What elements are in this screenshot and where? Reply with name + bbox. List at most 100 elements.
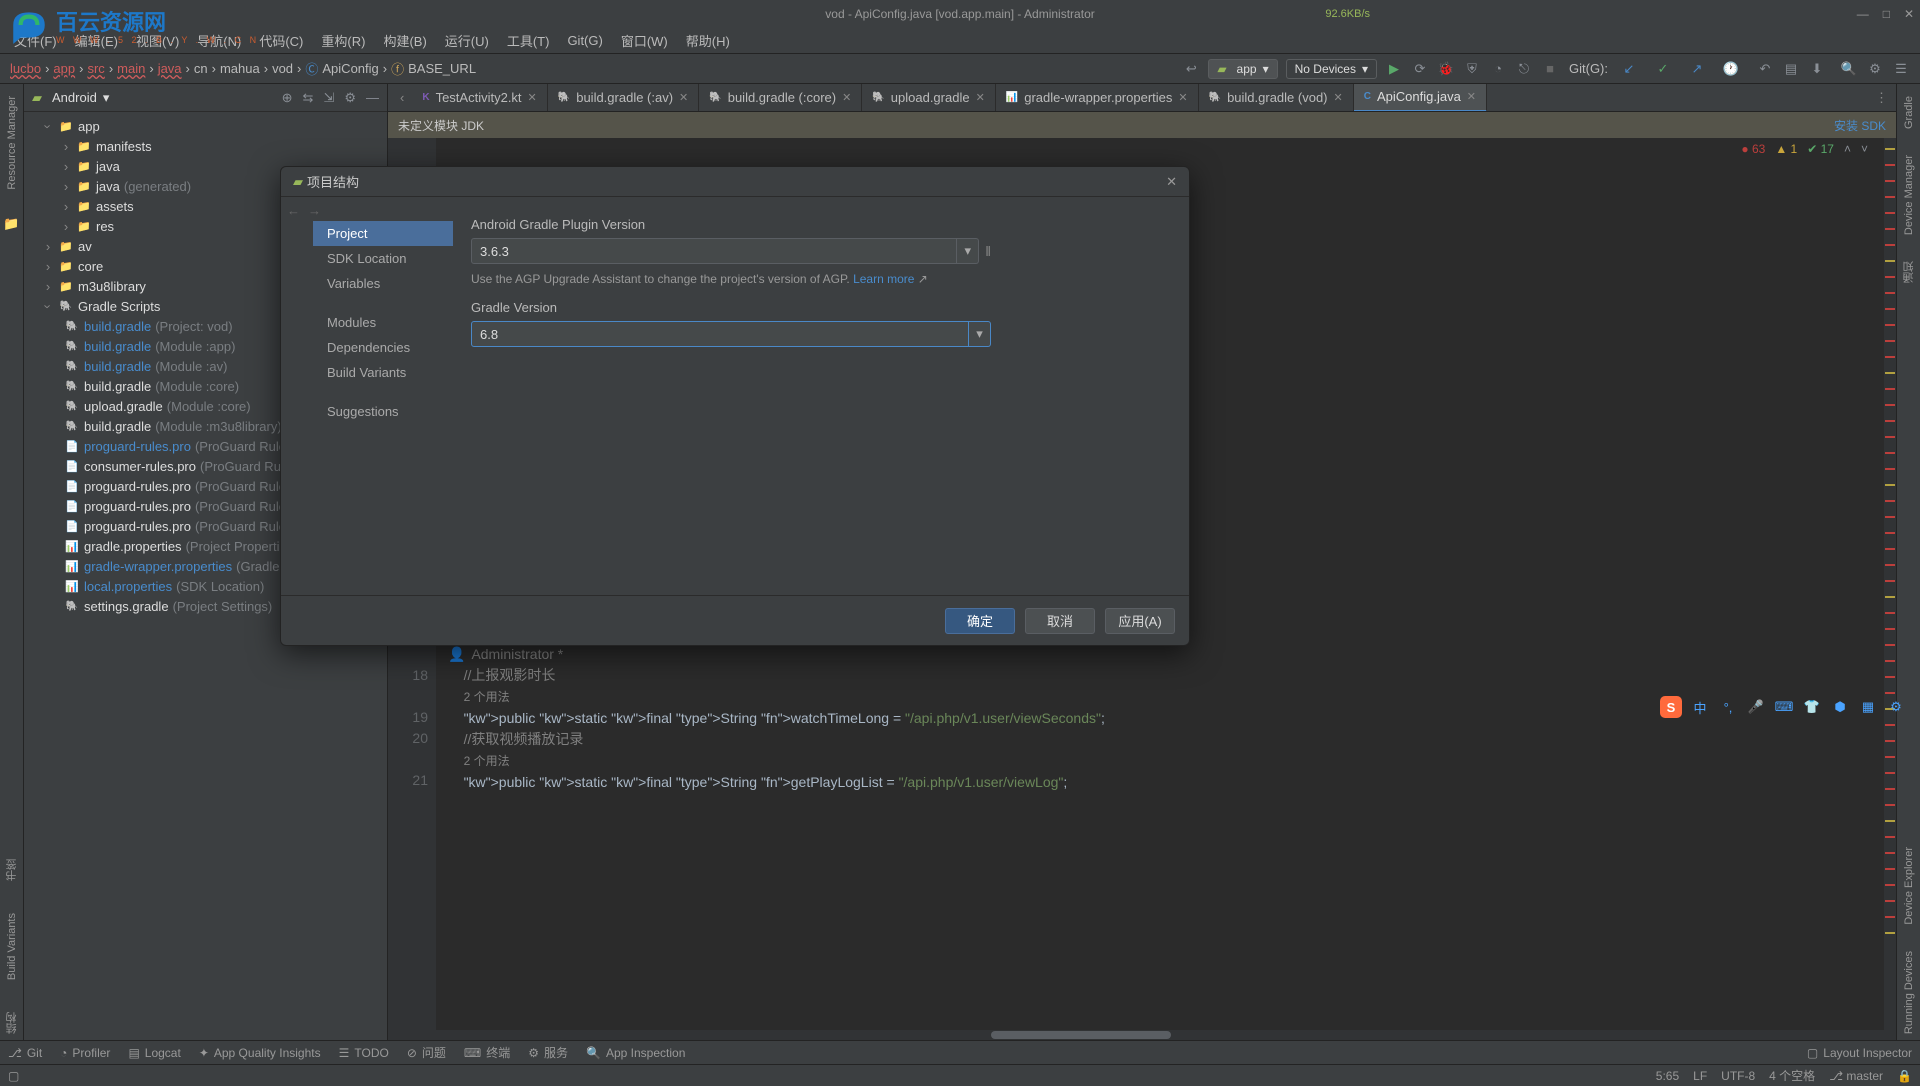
ok-count[interactable]: ✔ 17 bbox=[1807, 142, 1834, 156]
warning-count[interactable]: ▲ 1 bbox=[1775, 142, 1797, 156]
editor-tab[interactable]: 🐘build.gradle (vod)✕ bbox=[1199, 84, 1354, 112]
menu-item[interactable]: 工具(T) bbox=[499, 28, 558, 53]
error-stripe[interactable] bbox=[1884, 138, 1896, 1030]
cancel-button[interactable]: 取消 bbox=[1025, 608, 1095, 634]
editor-tab[interactable]: 🐘build.gradle (:av)✕ bbox=[548, 84, 700, 112]
device-selector[interactable]: No Devices ▾ bbox=[1286, 59, 1377, 79]
rail-resource-manager[interactable]: Resource Manager bbox=[6, 90, 18, 196]
indent-setting[interactable]: 4 个空格 bbox=[1769, 1067, 1815, 1084]
tab-more-icon[interactable]: ⋮ bbox=[1867, 90, 1896, 106]
bottom-tool-layout-inspector[interactable]: ▢Layout Inspector bbox=[1807, 1046, 1912, 1060]
bottom-tool-profiler[interactable]: ◔Profiler bbox=[60, 1046, 110, 1060]
chevron-down-icon[interactable]: ▾ bbox=[969, 321, 991, 347]
tab-scroll-left-icon[interactable]: ‹ bbox=[392, 90, 412, 105]
lock-icon[interactable]: 🔒 bbox=[1897, 1069, 1912, 1083]
tab-close-icon[interactable]: ✕ bbox=[976, 91, 985, 104]
bottom-tool-git[interactable]: ⎇Git bbox=[8, 1046, 42, 1060]
panel-settings-icon[interactable]: ⚙ bbox=[344, 90, 356, 106]
breadcrumb-item[interactable]: app bbox=[49, 61, 79, 76]
editor-tab[interactable]: 🐘upload.gradle✕ bbox=[862, 84, 995, 112]
menu-item[interactable]: 构建(B) bbox=[375, 28, 434, 53]
tab-close-icon[interactable]: ✕ bbox=[842, 91, 851, 104]
git-push-icon[interactable]: ↗ bbox=[1686, 58, 1708, 80]
tab-close-icon[interactable]: ✕ bbox=[1334, 91, 1343, 104]
editor-tab[interactable]: KTestActivity2.kt✕ bbox=[412, 84, 547, 112]
editor-tab[interactable]: CApiConfig.java✕ bbox=[1354, 84, 1487, 112]
attach-icon[interactable]: ⎋ bbox=[1513, 58, 1535, 80]
rail-device-explorer[interactable]: Device Explorer bbox=[1903, 841, 1915, 931]
ime-toolbar[interactable]: S 中 °, 🎤 ⌨ 👕 ⬢ ▦ ⚙ bbox=[1654, 692, 1912, 722]
maximize-icon[interactable]: □ bbox=[1883, 7, 1890, 21]
bottom-tool-问题[interactable]: ⊘问题 bbox=[407, 1044, 446, 1061]
ime-grid-icon[interactable]: ▦ bbox=[1858, 697, 1878, 717]
breadcrumb-item[interactable]: java bbox=[154, 61, 186, 76]
horizontal-scrollbar[interactable] bbox=[388, 1030, 1896, 1040]
ime-voice-icon[interactable]: 🎤 bbox=[1746, 697, 1766, 717]
bottom-tool-todo[interactable]: ☰TODO bbox=[339, 1046, 389, 1060]
error-count[interactable]: ● 63 bbox=[1741, 142, 1765, 156]
dialog-close-icon[interactable]: ✕ bbox=[1166, 174, 1177, 190]
ok-button[interactable]: 确定 bbox=[945, 608, 1015, 634]
hide-icon[interactable]: — bbox=[366, 90, 379, 106]
git-rollback-icon[interactable]: ↶ bbox=[1754, 58, 1776, 80]
bottom-tool-logcat[interactable]: ▤Logcat bbox=[128, 1046, 180, 1060]
file-encoding[interactable]: UTF-8 bbox=[1721, 1069, 1755, 1083]
chevron-down-icon[interactable]: ▾ bbox=[957, 238, 979, 264]
dialog-side-item[interactable]: Suggestions bbox=[313, 399, 453, 424]
sdk-icon[interactable]: ⬇ bbox=[1806, 58, 1828, 80]
account-icon[interactable]: ☰ bbox=[1890, 58, 1912, 80]
breadcrumb-item[interactable]: cn bbox=[190, 61, 212, 76]
breadcrumb-item[interactable]: mahua bbox=[216, 61, 264, 76]
bottom-tool-服务[interactable]: ⚙服务 bbox=[528, 1044, 568, 1061]
debug-icon[interactable]: 🐞 bbox=[1435, 58, 1457, 80]
rail-project-icon[interactable]: 📁 bbox=[3, 216, 19, 232]
menu-item[interactable]: Git(G) bbox=[559, 30, 610, 51]
gradle-version-input[interactable] bbox=[471, 321, 969, 347]
git-history-icon[interactable]: 🕐 bbox=[1720, 58, 1742, 80]
coverage-icon[interactable]: ⛨ bbox=[1461, 58, 1483, 80]
rail-device-manager[interactable]: Device Manager bbox=[1903, 149, 1915, 241]
breadcrumb-item[interactable]: vod bbox=[268, 61, 297, 76]
ime-skin-icon[interactable]: 👕 bbox=[1802, 697, 1822, 717]
tab-close-icon[interactable]: ✕ bbox=[1178, 91, 1187, 104]
ime-toolbox-icon[interactable]: ⬢ bbox=[1830, 697, 1850, 717]
agp-extra-icon[interactable]: ‖ bbox=[985, 243, 991, 259]
dialog-back-icon[interactable]: ← bbox=[287, 203, 300, 218]
rail-notifications[interactable]: 通知 bbox=[1901, 255, 1917, 289]
rail-structure[interactable]: 结构 bbox=[4, 1006, 20, 1040]
git-update-icon[interactable]: ↙ bbox=[1618, 58, 1640, 80]
avd-icon[interactable]: ▤ bbox=[1780, 58, 1802, 80]
close-icon[interactable]: ✕ bbox=[1904, 7, 1914, 21]
dialog-side-item[interactable]: Modules bbox=[313, 310, 453, 335]
editor-tab[interactable]: 📊gradle-wrapper.properties✕ bbox=[996, 84, 1199, 112]
minimize-icon[interactable]: — bbox=[1857, 7, 1869, 21]
tab-close-icon[interactable]: ✕ bbox=[1467, 90, 1476, 103]
menu-item[interactable]: 帮助(H) bbox=[678, 28, 738, 53]
editor-tab[interactable]: 🐘build.gradle (:core)✕ bbox=[699, 84, 862, 112]
bottom-tool-终端[interactable]: ⌨终端 bbox=[464, 1044, 510, 1061]
git-commit-icon[interactable]: ✓ bbox=[1652, 58, 1674, 80]
expand-icon[interactable]: ⇆ bbox=[303, 90, 314, 106]
tab-close-icon[interactable]: ✕ bbox=[528, 91, 537, 104]
rail-gradle[interactable]: Gradle bbox=[1903, 90, 1915, 135]
inspection-widget[interactable]: ● 63 ▲ 1 ✔ 17 ˄ ˅ bbox=[1741, 142, 1868, 156]
line-separator[interactable]: LF bbox=[1693, 1069, 1707, 1083]
menu-item[interactable]: 重构(R) bbox=[313, 28, 373, 53]
dialog-side-item[interactable]: Build Variants bbox=[313, 360, 453, 385]
profile-icon[interactable]: ◔ bbox=[1487, 58, 1509, 80]
menu-item[interactable]: 代码(C) bbox=[251, 28, 311, 53]
rail-build-variants[interactable]: Build Variants bbox=[6, 907, 18, 986]
run-icon[interactable]: ▶ bbox=[1383, 58, 1405, 80]
gradle-version-combo[interactable]: ▾ bbox=[471, 321, 991, 347]
apply-changes-icon[interactable]: ⟳ bbox=[1409, 58, 1431, 80]
learn-more-link[interactable]: Learn more bbox=[853, 272, 914, 286]
search-icon[interactable]: 🔍 bbox=[1838, 58, 1860, 80]
ime-settings-icon[interactable]: ⚙ bbox=[1886, 697, 1906, 717]
menu-item[interactable]: 运行(U) bbox=[437, 28, 497, 53]
breadcrumb-item[interactable]: src bbox=[83, 61, 108, 76]
bottom-tool-app-quality-insights[interactable]: ✦App Quality Insights bbox=[199, 1046, 321, 1060]
install-sdk-link[interactable]: 安装 SDK bbox=[1834, 117, 1886, 134]
dialog-side-item[interactable]: SDK Location bbox=[313, 246, 453, 271]
ime-keyboard-icon[interactable]: ⌨ bbox=[1774, 697, 1794, 717]
settings-icon[interactable]: ⚙ bbox=[1864, 58, 1886, 80]
